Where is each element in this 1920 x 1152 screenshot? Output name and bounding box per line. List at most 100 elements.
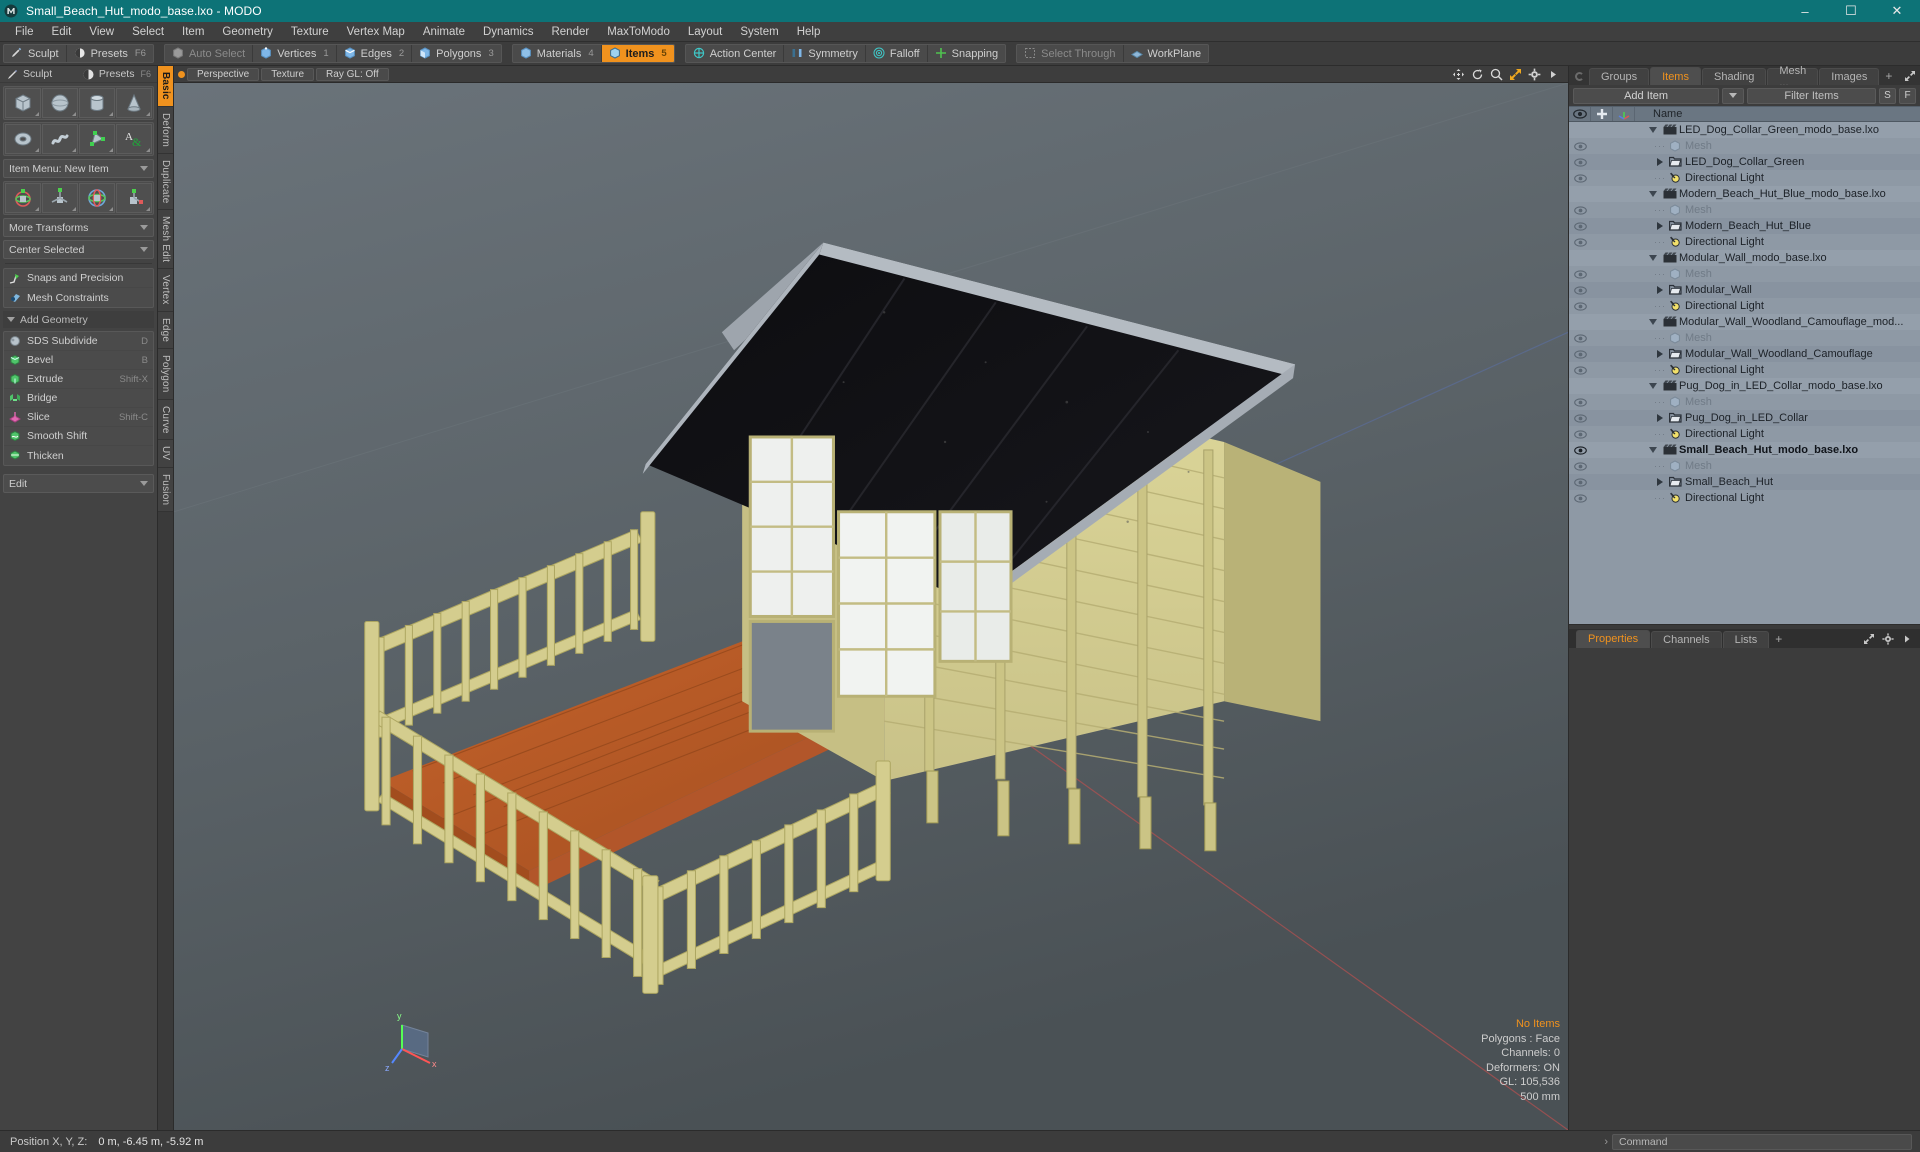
lock-cell[interactable] [1591,202,1613,218]
mesh-constraints-button[interactable]: Mesh Constraints [4,288,153,307]
transform-cell[interactable] [1613,154,1635,170]
expand-icon[interactable] [1904,70,1917,83]
item-row[interactable]: Pug_Dog_in_LED_Collar [1569,410,1920,426]
viewport-menu-dot[interactable] [178,70,185,78]
lock-cell[interactable] [1591,426,1613,442]
item-menu-dropdown[interactable]: Item Menu: New Item [3,159,154,178]
transform-position-icon[interactable] [42,183,78,213]
expander-closed-icon[interactable] [1657,350,1663,358]
lock-cell[interactable] [1591,474,1613,490]
menu-item-view[interactable]: View [80,24,123,40]
panel-menu-knob[interactable] [1575,72,1584,81]
item-row[interactable]: ··· Mesh [1569,266,1920,282]
lock-cell[interactable] [1591,298,1613,314]
lock-icon[interactable] [1591,107,1613,121]
menu-item-edit[interactable]: Edit [43,24,81,40]
menu-item-geometry[interactable]: Geometry [213,24,282,40]
mode-button-edges[interactable]: Edges 2 [337,45,413,62]
tool-bridge[interactable]: Bridge [4,389,153,408]
transform-cell[interactable] [1613,394,1635,410]
lock-cell[interactable] [1591,138,1613,154]
viewport-perspective-button[interactable]: Perspective [187,67,260,81]
item-row[interactable]: ··· Directional Light [1569,490,1920,506]
spiral-icon[interactable] [42,124,78,154]
mode-button-materials[interactable]: Materials 4 [513,45,602,62]
menu-item-vertex-map[interactable]: Vertex Map [338,24,414,40]
transform-cell[interactable] [1613,362,1635,378]
lock-cell[interactable] [1591,170,1613,186]
visibility-toggle[interactable] [1569,346,1591,362]
transform-cell[interactable] [1613,458,1635,474]
tab-items[interactable]: Items [1650,67,1701,85]
cylinder-icon[interactable] [79,88,115,118]
edit-dropdown[interactable]: Edit [3,474,154,493]
mode-button-snapping[interactable]: Snapping [928,45,1005,62]
lock-cell[interactable] [1591,362,1613,378]
item-row[interactable]: ··· Directional Light [1569,426,1920,442]
tab-images[interactable]: Images [1819,68,1880,85]
item-row[interactable]: Small_Beach_Hut [1569,474,1920,490]
scene-row[interactable]: Pug_Dog_in_LED_Collar_modo_base.lxo [1569,378,1920,394]
transform-cell[interactable] [1613,474,1635,490]
transform-cell[interactable] [1613,442,1635,458]
sculpt-button[interactable]: Sculpt [0,66,76,82]
fit-icon[interactable] [1509,68,1522,81]
mode-button-select-through[interactable]: Select Through [1017,45,1124,62]
visibility-toggle[interactable] [1569,394,1591,410]
transform-cell[interactable] [1613,218,1635,234]
chevron-right-icon[interactable] [1547,68,1560,81]
visibility-toggle[interactable] [1569,218,1591,234]
command-input[interactable]: Command [1612,1133,1912,1150]
tab-properties[interactable]: Properties [1576,629,1651,648]
transform-cell[interactable] [1613,330,1635,346]
menu-item-animate[interactable]: Animate [414,24,474,40]
expander-open-icon[interactable] [1649,127,1657,133]
menu-item-maxtomodo[interactable]: MaxToModo [598,24,679,40]
transform-scale-icon[interactable] [116,183,152,213]
item-row[interactable]: ··· Directional Light [1569,170,1920,186]
lock-cell[interactable] [1591,234,1613,250]
lock-cell[interactable] [1591,122,1613,138]
presets-button[interactable]: Presets F6 [76,66,157,82]
item-row[interactable]: ··· Mesh [1569,394,1920,410]
visibility-toggle[interactable] [1569,266,1591,282]
visibility-toggle[interactable] [1569,410,1591,426]
text-icon[interactable]: A & [116,124,152,154]
visibility-toggle[interactable] [1569,250,1591,266]
move-icon[interactable] [1452,68,1465,81]
lock-cell[interactable] [1591,266,1613,282]
visibility-toggle[interactable] [1569,426,1591,442]
menu-item-dynamics[interactable]: Dynamics [474,24,542,40]
transform-cell[interactable] [1613,410,1635,426]
cube-icon[interactable] [5,88,41,118]
expander-open-icon[interactable] [1649,319,1657,325]
transform-cell[interactable] [1613,234,1635,250]
lock-cell[interactable] [1591,250,1613,266]
lock-cell[interactable] [1591,410,1613,426]
expander-open-icon[interactable] [1649,383,1657,389]
item-row[interactable]: Modular_Wall_Woodland_Camouflage [1569,346,1920,362]
vertical-tab-uv[interactable]: UV [158,440,173,468]
item-row[interactable]: LED_Dog_Collar_Green [1569,154,1920,170]
expander-open-icon[interactable] [1649,191,1657,197]
expand-icon[interactable] [1863,633,1876,646]
menu-item-help[interactable]: Help [788,24,830,40]
expander-closed-icon[interactable] [1657,158,1663,166]
vertical-tab-fusion[interactable]: Fusion [158,467,173,512]
item-row[interactable]: ··· Mesh [1569,202,1920,218]
expander-closed-icon[interactable] [1657,222,1663,230]
add-item-button[interactable]: Add Item [1573,87,1720,104]
transform-cell[interactable] [1613,266,1635,282]
transform-cell[interactable] [1613,298,1635,314]
expander-closed-icon[interactable] [1657,414,1663,422]
menu-item-layout[interactable]: Layout [679,24,732,40]
lock-cell[interactable] [1591,314,1613,330]
zoom-icon[interactable] [1490,68,1503,81]
scene-row[interactable]: Modular_Wall_Woodland_Camouflage_mod... [1569,314,1920,330]
mode-button-polygons[interactable]: Polygons 3 [412,45,501,62]
visibility-toggle[interactable] [1569,138,1591,154]
visibility-toggle[interactable] [1569,202,1591,218]
visibility-toggle[interactable] [1569,442,1591,458]
menu-item-file[interactable]: File [6,24,43,40]
transform-cell[interactable] [1613,282,1635,298]
